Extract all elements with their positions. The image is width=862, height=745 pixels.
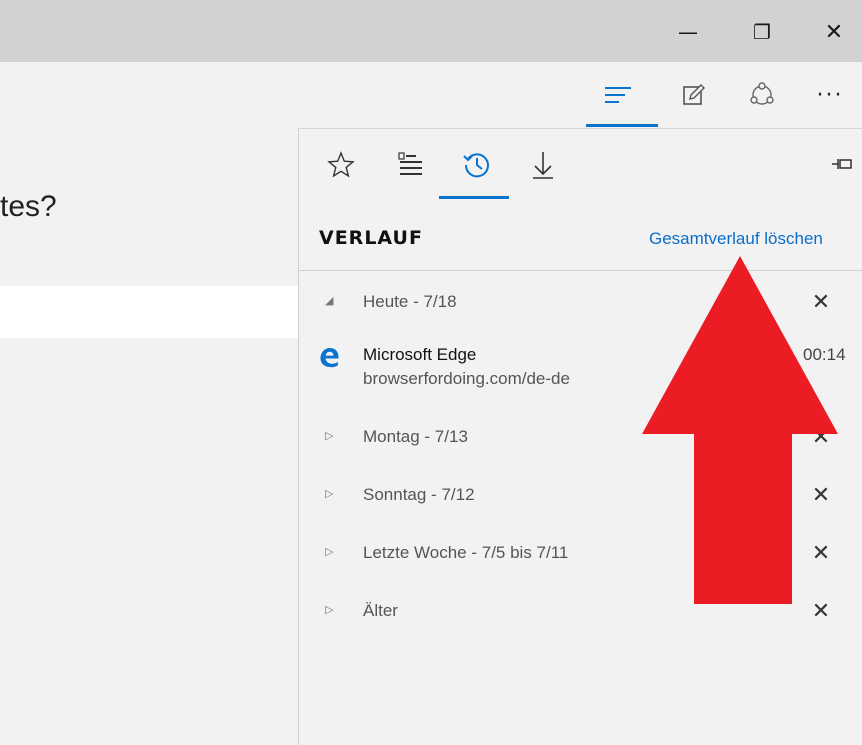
caret-collapsed-icon[interactable]: ▷	[325, 545, 333, 558]
title-bar: — ❐ ✕	[0, 0, 862, 62]
minimize-button[interactable]: —	[660, 12, 716, 52]
pin-icon	[832, 159, 852, 169]
hub-icon	[605, 87, 631, 103]
caret-collapsed-icon[interactable]: ▷	[325, 603, 333, 616]
web-note-icon	[683, 84, 705, 105]
minimize-icon: —	[678, 20, 698, 44]
close-window-button[interactable]: ✕	[806, 12, 862, 52]
history-group-label: Heute - 7/18	[363, 292, 457, 311]
clear-all-history-link[interactable]: Gesamtverlauf löschen	[649, 229, 823, 249]
close-icon: ✕	[824, 19, 844, 45]
browser-toolbar: ···	[0, 62, 862, 128]
restore-icon: ❐	[753, 20, 771, 44]
page-heading: tes?	[0, 190, 57, 223]
downloads-icon	[533, 152, 553, 179]
caret-collapsed-icon[interactable]: ▷	[325, 429, 333, 442]
history-entry-title: Microsoft Edge	[363, 345, 477, 364]
page-search-bar[interactable]	[0, 286, 298, 338]
favorites-icon	[327, 151, 355, 178]
history-group-label: Sonntag - 7/12	[363, 485, 475, 504]
reading-list-icon	[398, 152, 422, 175]
hub-active-indicator	[586, 124, 658, 127]
more-button[interactable]: ···	[800, 62, 860, 128]
tab-downloads[interactable]	[515, 145, 571, 185]
tab-reading-list[interactable]	[383, 145, 439, 185]
history-group-label: Letzte Woche - 7/5 bis 7/11	[363, 543, 569, 562]
edge-favicon-icon	[320, 348, 339, 368]
pin-panel-button[interactable]	[825, 147, 859, 181]
share-button[interactable]	[732, 62, 792, 128]
more-icon: ···	[816, 82, 844, 108]
history-group-label: Älter	[363, 601, 398, 620]
tab-history[interactable]	[449, 145, 505, 185]
panel-title: VERLAUF	[319, 227, 423, 249]
history-group-label: Montag - 7/13	[363, 427, 468, 446]
history-icon	[463, 153, 489, 178]
web-note-button[interactable]	[664, 62, 724, 128]
maximize-button[interactable]: ❐	[734, 12, 790, 52]
caret-collapsed-icon[interactable]: ▷	[325, 487, 333, 500]
caret-expanded-icon[interactable]: ◢	[325, 294, 333, 307]
history-entry-url: browserfordoing.com/de-de	[363, 369, 570, 388]
history-tab-indicator	[439, 196, 509, 199]
share-icon	[750, 82, 774, 105]
hub-button[interactable]	[588, 62, 648, 128]
tab-favorites[interactable]	[313, 145, 369, 185]
red-arrow-annotation	[642, 256, 838, 604]
